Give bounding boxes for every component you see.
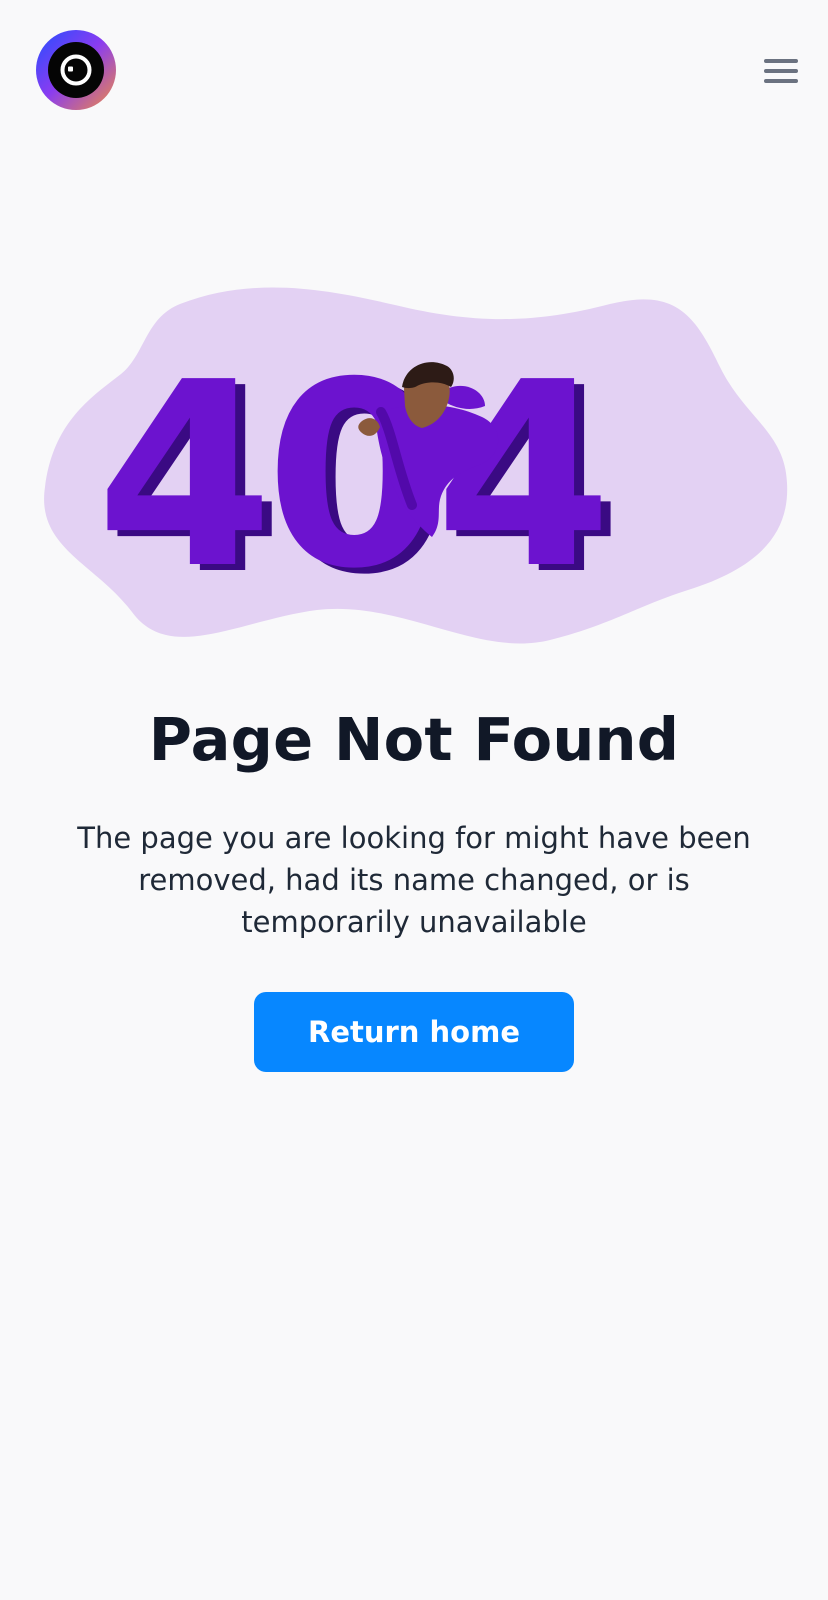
404-number-text: 404 [96, 328, 604, 625]
not-found-description: The page you are looking for might have … [77, 821, 751, 939]
404-illustration-svg: 404 404 [44, 287, 788, 644]
camera-lens-icon [36, 30, 116, 110]
page-title: Page Not Found [148, 705, 680, 774]
site-logo-link[interactable] [36, 30, 116, 110]
hamburger-menu-icon [764, 59, 798, 83]
return-home-button[interactable]: Return home [254, 992, 574, 1072]
menu-button[interactable] [762, 54, 800, 88]
site-header [0, 0, 828, 140]
not-found-illustration: 404 404 [0, 270, 828, 670]
